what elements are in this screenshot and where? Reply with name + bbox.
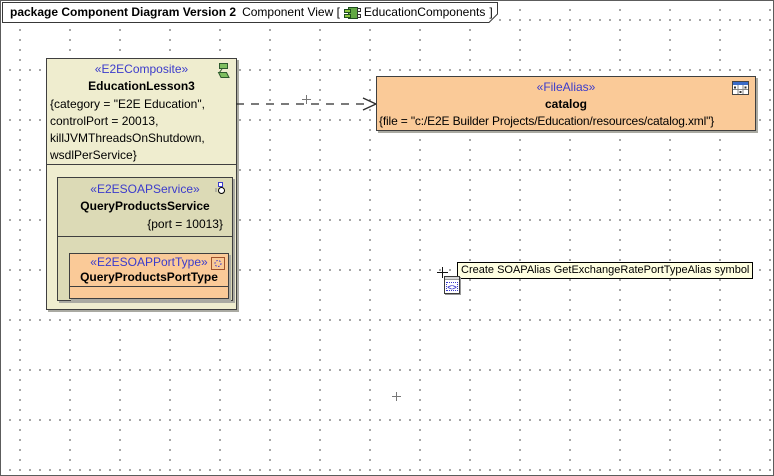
- port-property: {port = 10013}: [58, 216, 232, 233]
- diagram-name: EducationComponents: [364, 5, 485, 20]
- node-query-products-port-type[interactable]: «E2ESOAPPortType» QueryProductsPortType: [69, 253, 229, 299]
- soap-service-icon: [213, 182, 226, 195]
- tooltip: Create SOAPAlias GetExchangeRatePortType…: [457, 262, 753, 279]
- stereotype-label: «E2ESOAPPortType»: [70, 255, 228, 269]
- stereotype-label: «E2EComposite»: [47, 62, 236, 76]
- diagram-canvas: package Component Diagram Version 2 Comp…: [0, 0, 774, 476]
- node-name: catalog: [377, 97, 755, 111]
- stereotype-label: «FileAlias»: [377, 80, 755, 94]
- compartment-separator: [70, 286, 228, 287]
- document-icon: <>: [444, 276, 460, 294]
- diagram-frame-tab[interactable]: package Component Diagram Version 2 Comp…: [2, 2, 502, 24]
- compartment-separator: [58, 236, 232, 237]
- node-name: QueryProductsPortType: [70, 270, 228, 284]
- soap-port-type-icon: [211, 257, 225, 270]
- node-name: QueryProductsService: [58, 199, 232, 213]
- composite-component-icon: [214, 63, 231, 79]
- node-query-products-service[interactable]: «E2ESOAPService» QueryProductsService {p…: [57, 177, 233, 301]
- file-property: {file = "c:/E2E Builder Projects/Educati…: [377, 113, 755, 130]
- package-title: package Component Diagram Version 2: [10, 5, 236, 20]
- stereotype-label: «E2ESOAPService»: [58, 182, 232, 196]
- document-header: [445, 277, 459, 280]
- grid-plus-marker: [302, 95, 311, 104]
- node-catalog[interactable]: «FileAlias» catalog {file = "c:/E2E Buil…: [376, 76, 756, 131]
- crosshair-icon: [442, 267, 443, 278]
- node-name: EducationLesson3: [47, 79, 236, 93]
- create-symbol-cursor: <>: [437, 267, 463, 295]
- file-alias-table-icon: [732, 81, 749, 95]
- tab-close-bracket: ]: [489, 5, 492, 20]
- view-label: Component View [: [242, 5, 340, 20]
- grid-plus-marker: [392, 392, 401, 401]
- node-properties: {category = "E2E Education", controlPort…: [47, 96, 236, 164]
- code-glyph: <>: [446, 282, 458, 291]
- compartment-separator: [47, 164, 236, 165]
- node-education-lesson3[interactable]: «E2EComposite» EducationLesson3 {categor…: [46, 58, 237, 310]
- component-icon: [344, 5, 361, 21]
